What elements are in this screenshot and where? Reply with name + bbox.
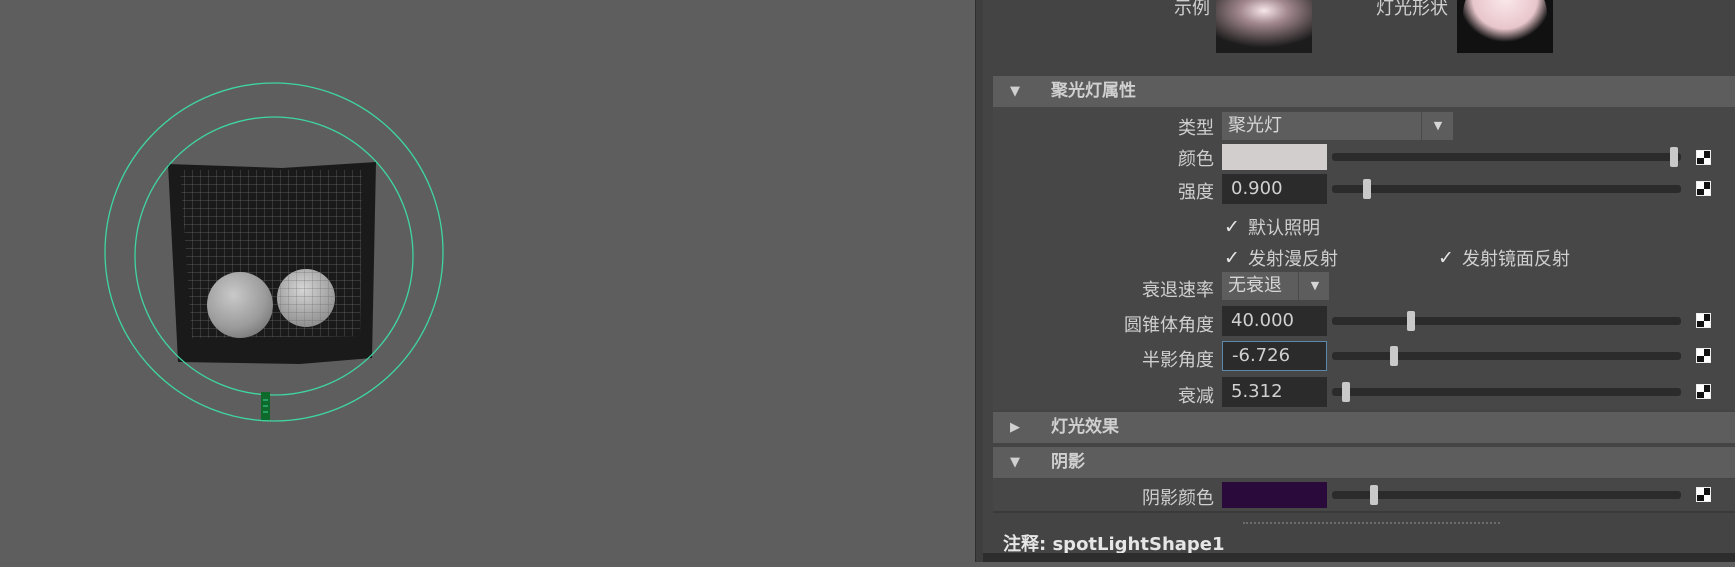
checker-map-icon[interactable] bbox=[1696, 181, 1711, 196]
intensity-label: 强度 bbox=[1178, 182, 1214, 203]
emit-specular-label: 发射镜面反射 bbox=[1462, 249, 1570, 270]
section-header-shadows[interactable]: ▼ 阴影 bbox=[993, 447, 1735, 478]
checker-map-icon[interactable] bbox=[1696, 313, 1711, 328]
spotlight-handle-icon[interactable] bbox=[261, 392, 270, 420]
check-icon: ✓ bbox=[1224, 247, 1240, 269]
dropoff-label: 衰减 bbox=[1178, 386, 1214, 407]
intensity-slider-thumb[interactable] bbox=[1362, 179, 1371, 199]
cone-angle-field[interactable]: 40.000 bbox=[1222, 306, 1327, 336]
backdrop-plane[interactable] bbox=[168, 162, 376, 364]
sphere-right[interactable] bbox=[277, 269, 335, 327]
section-header-spot-light-attributes[interactable]: ▼ 聚光灯属性 bbox=[993, 76, 1735, 107]
sample-preview-swatch bbox=[1216, 0, 1312, 53]
shadow-color-slider-thumb[interactable] bbox=[1369, 485, 1378, 505]
penumbra-angle-field[interactable]: -6.726 bbox=[1222, 341, 1327, 371]
check-icon: ✓ bbox=[1438, 247, 1454, 269]
resize-handle-dotted[interactable] bbox=[1243, 522, 1500, 524]
decay-rate-value: 无衰退 bbox=[1228, 275, 1282, 296]
check-icon: ✓ bbox=[1224, 216, 1240, 238]
section-title: 灯光效果 bbox=[1051, 417, 1119, 437]
default-lighting-checkbox[interactable]: ✓ 默认照明 bbox=[1222, 214, 1320, 240]
dropdown-separator bbox=[1421, 112, 1422, 140]
cone-angle-slider-thumb[interactable] bbox=[1407, 311, 1416, 331]
decay-rate-dropdown[interactable]: 无衰退 ▼ bbox=[1222, 272, 1329, 300]
intensity-field[interactable]: 0.900 bbox=[1222, 174, 1327, 204]
emit-diffuse-label: 发射漫反射 bbox=[1248, 249, 1338, 270]
light-shape-preview-swatch bbox=[1457, 0, 1553, 54]
dropoff-slider-track[interactable] bbox=[1332, 388, 1681, 396]
cone-angle-slider-track[interactable] bbox=[1332, 317, 1681, 325]
shadow-color-swatch[interactable] bbox=[1222, 482, 1327, 508]
checker-map-icon[interactable] bbox=[1696, 348, 1711, 363]
chevron-down-icon: ▼ bbox=[1433, 119, 1443, 132]
shadow-color-label: 阴影颜色 bbox=[1142, 488, 1214, 509]
scene-view[interactable] bbox=[0, 0, 975, 562]
color-swatch[interactable] bbox=[1222, 144, 1327, 170]
penumbra-angle-slider-track[interactable] bbox=[1332, 352, 1681, 360]
dropoff-slider-thumb[interactable] bbox=[1342, 382, 1351, 402]
triangle-down-icon: ▼ bbox=[1010, 455, 1020, 470]
triangle-right-icon: ▶ bbox=[1010, 420, 1020, 435]
section-title: 聚光灯属性 bbox=[1051, 81, 1136, 101]
notes-field[interactable] bbox=[983, 553, 1735, 562]
emit-diffuse-checkbox[interactable]: ✓ 发射漫反射 bbox=[1222, 245, 1338, 271]
shadow-color-slider-track[interactable] bbox=[1332, 491, 1681, 499]
checker-map-icon[interactable] bbox=[1696, 150, 1711, 165]
type-label: 类型 bbox=[1178, 118, 1214, 139]
section-title: 阴影 bbox=[1051, 452, 1085, 472]
section-divider bbox=[993, 511, 1735, 513]
penumbra-angle-label: 半影角度 bbox=[1142, 350, 1214, 371]
decay-rate-label: 衰退速率 bbox=[1142, 280, 1214, 301]
chevron-down-icon: ▼ bbox=[1310, 279, 1320, 292]
viewport-3d[interactable] bbox=[0, 0, 975, 562]
cone-angle-label: 圆锥体角度 bbox=[1124, 315, 1214, 336]
penumbra-angle-slider-thumb[interactable] bbox=[1389, 346, 1398, 366]
checker-map-icon[interactable] bbox=[1696, 384, 1711, 399]
type-dropdown[interactable]: 聚光灯 ▼ bbox=[1222, 112, 1453, 140]
sphere-left[interactable] bbox=[207, 272, 273, 338]
color-slider-track[interactable] bbox=[1332, 153, 1681, 161]
intensity-slider-track[interactable] bbox=[1332, 185, 1681, 193]
dropdown-separator bbox=[1298, 272, 1299, 300]
default-lighting-label: 默认照明 bbox=[1248, 218, 1320, 239]
checker-map-icon[interactable] bbox=[1696, 487, 1711, 502]
sample-preview-label: 示例 bbox=[1174, 0, 1210, 19]
color-label: 颜色 bbox=[1178, 149, 1214, 170]
dropoff-field[interactable]: 5.312 bbox=[1222, 377, 1327, 407]
color-slider-thumb[interactable] bbox=[1669, 147, 1678, 167]
emit-specular-checkbox[interactable]: ✓ 发射镜面反射 bbox=[1436, 245, 1570, 271]
section-header-light-effects[interactable]: ▶ 灯光效果 bbox=[993, 412, 1735, 443]
type-dropdown-value: 聚光灯 bbox=[1228, 115, 1282, 136]
light-shape-preview-label: 灯光形状 bbox=[1376, 0, 1448, 19]
triangle-down-icon: ▼ bbox=[1010, 84, 1020, 99]
